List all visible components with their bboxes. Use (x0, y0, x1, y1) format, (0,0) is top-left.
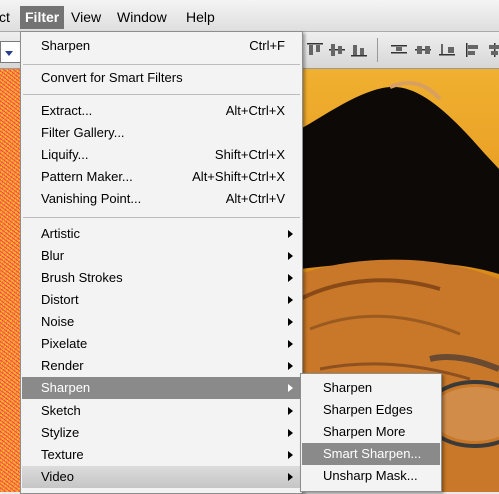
filter-group-label: Brush Strokes (41, 270, 123, 285)
submenu-arrow-icon (288, 362, 293, 370)
submenu-item-sharpen-more[interactable]: Sharpen More (302, 421, 440, 443)
filter-gallery-label: Filter Gallery... (41, 125, 125, 140)
vanishing-point-shortcut: Alt+Ctrl+V (225, 191, 285, 206)
submenu-arrow-icon (288, 230, 293, 238)
filter-group-label: Blur (41, 248, 65, 263)
sharpen-submenu: Sharpen Sharpen Edges Sharpen More Smart… (300, 373, 442, 492)
menu-filter[interactable]: Filter (20, 6, 65, 29)
filter-group-label: Stylize (41, 425, 80, 440)
filter-group-label: Video (41, 469, 75, 484)
liquify-label: Liquify... (41, 147, 89, 162)
align-vertical-center-icon[interactable] (328, 42, 346, 58)
submenu-arrow-icon (288, 473, 293, 481)
submenu-item-sharpen[interactable]: Sharpen (302, 377, 440, 399)
filter-group-sharpen[interactable]: Sharpen (22, 377, 301, 399)
menu-help[interactable]: Help (181, 7, 220, 27)
submenu-arrow-icon (288, 429, 293, 437)
filter-group-stylize[interactable]: Stylize (22, 422, 301, 444)
pattern-maker-label: Pattern Maker... (41, 169, 133, 184)
filter-group-noise[interactable]: Noise (22, 311, 301, 333)
menu-view[interactable]: View (66, 7, 106, 27)
distribute-left-icon[interactable] (464, 42, 482, 58)
menu-bar: ct Filter View Window Help (0, 0, 499, 32)
align-bottom-icon[interactable] (350, 42, 368, 58)
filter-group-label: Sharpen (41, 380, 91, 395)
submenu-arrow-icon (288, 340, 293, 348)
filter-group-blur[interactable]: Blur (22, 245, 301, 267)
convert-smart-filters-item[interactable]: Convert for Smart Filters (22, 67, 301, 89)
submenu-item-smart-sharpen[interactable]: Smart Sharpen... (302, 443, 440, 465)
submenu-arrow-icon (288, 451, 293, 459)
tool-preset-dropdown[interactable] (0, 41, 22, 63)
submenu-item-label: Sharpen (323, 380, 373, 395)
distribute-bottom-icon[interactable] (438, 42, 456, 58)
liquify-shortcut: Shift+Ctrl+X (214, 147, 285, 162)
align-top-icon[interactable] (306, 42, 324, 58)
submenu-arrow-icon (288, 384, 293, 392)
filter-group-artistic[interactable]: Artistic (22, 223, 301, 245)
filter-group-label: Distort (41, 292, 79, 307)
filter-group-label: Artistic (41, 226, 80, 241)
canvas-noise-strip (0, 69, 22, 492)
filter-group-video[interactable]: Video (22, 466, 301, 488)
filter-gallery-item[interactable]: Filter Gallery... (22, 122, 301, 144)
convert-smart-filters-label: Convert for Smart Filters (41, 70, 183, 85)
menu-separator (23, 217, 300, 218)
submenu-item-sharpen-edges[interactable]: Sharpen Edges (302, 399, 440, 421)
extract-item[interactable]: Extract... Alt+Ctrl+X (22, 100, 301, 122)
pattern-maker-shortcut: Alt+Shift+Ctrl+X (192, 169, 285, 184)
filter-group-pixelate[interactable]: Pixelate (22, 333, 301, 355)
submenu-arrow-icon (288, 318, 293, 326)
filter-group-brush-strokes[interactable]: Brush Strokes (22, 267, 301, 289)
filter-group-render[interactable]: Render (22, 355, 301, 377)
menu-window[interactable]: Window (112, 7, 172, 27)
submenu-item-label: Sharpen Edges (323, 402, 413, 417)
filter-group-texture[interactable]: Texture (22, 444, 301, 466)
submenu-arrow-icon (288, 252, 293, 260)
submenu-arrow-icon (288, 274, 293, 282)
distribute-top-icon[interactable] (390, 42, 408, 58)
last-filter-label: Sharpen (41, 38, 91, 53)
liquify-item[interactable]: Liquify... Shift+Ctrl+X (22, 144, 301, 166)
last-filter-shortcut: Ctrl+F (249, 38, 285, 53)
toolbar-divider (377, 38, 378, 62)
submenu-item-unsharp-mask[interactable]: Unsharp Mask... (302, 465, 440, 487)
distribute-hcenter-icon[interactable] (486, 42, 499, 58)
pattern-maker-item[interactable]: Pattern Maker... Alt+Shift+Ctrl+X (22, 166, 301, 188)
extract-label: Extract... (41, 103, 93, 118)
submenu-arrow-icon (288, 407, 293, 415)
menu-edit-partial[interactable]: ct (0, 7, 15, 27)
filter-group-label: Sketch (41, 403, 81, 418)
submenu-item-label: Unsharp Mask... (323, 468, 418, 483)
menu-separator (23, 94, 300, 95)
filter-group-label: Texture (41, 447, 84, 462)
filter-group-sketch[interactable]: Sketch (22, 400, 301, 422)
submenu-item-label: Smart Sharpen... (323, 446, 422, 461)
vanishing-point-item[interactable]: Vanishing Point... Alt+Ctrl+V (22, 188, 301, 210)
submenu-item-label: Sharpen More (323, 424, 406, 439)
submenu-arrow-icon (288, 296, 293, 304)
distribute-center-icon[interactable] (414, 42, 432, 58)
filter-group-label: Render (41, 358, 84, 373)
filter-group-distort[interactable]: Distort (22, 289, 301, 311)
filter-group-label: Pixelate (41, 336, 88, 351)
vanishing-point-label: Vanishing Point... (41, 191, 142, 206)
extract-shortcut: Alt+Ctrl+X (225, 103, 285, 118)
last-filter-item[interactable]: Sharpen Ctrl+F (22, 35, 301, 57)
filter-group-label: Noise (41, 314, 75, 329)
filter-menu: Sharpen Ctrl+F Convert for Smart Filters… (20, 31, 303, 494)
menu-separator (23, 64, 300, 65)
